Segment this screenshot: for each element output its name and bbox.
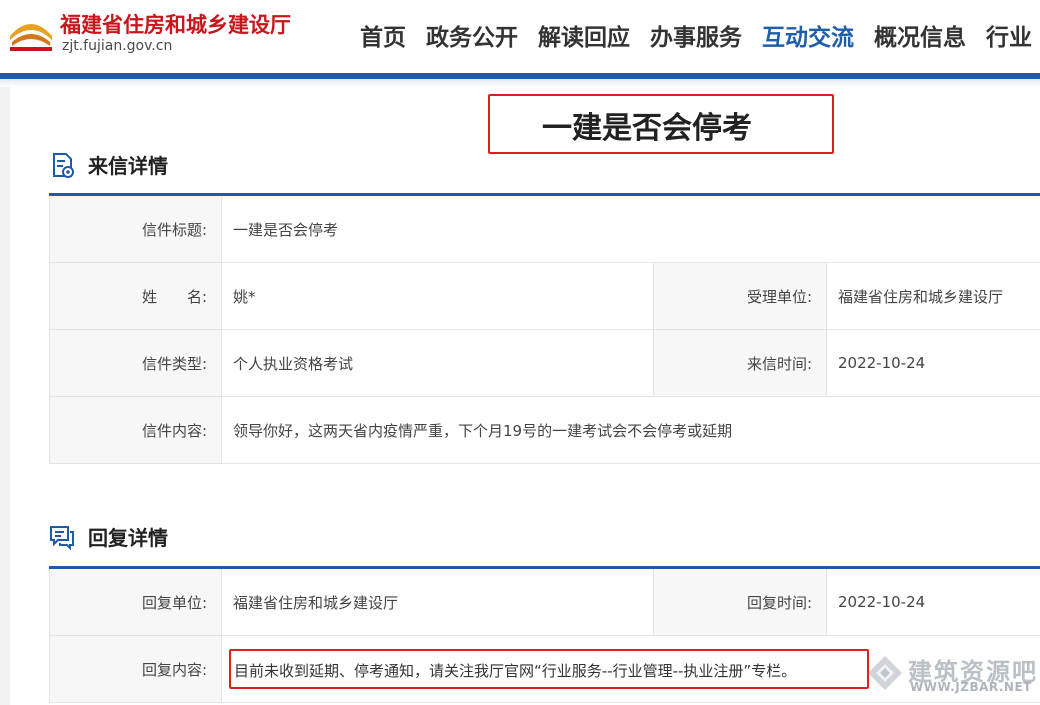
letter-time-label: 来信时间: <box>653 330 827 396</box>
document-icon <box>53 152 74 178</box>
watermark-url: WWW.JZBAR.NET <box>910 680 1032 694</box>
main-nav: 首页 政务公开 解读回应 办事服务 互动交流 概况信息 行业 <box>360 18 1040 52</box>
site-name[interactable]: 福建省住房和城乡建设厅 <box>60 9 291 39</box>
nav-item-gov-affairs[interactable]: 政务公开 <box>426 18 518 52</box>
letter-section-header: 来信详情 <box>48 150 168 179</box>
reply-unit-label: 回复单位: <box>49 569 222 635</box>
nav-item-interaction[interactable]: 互动交流 <box>762 18 854 52</box>
reply-time-label: 回复时间: <box>653 569 827 635</box>
table-row: 信件标题: 一建是否会停考 <box>49 196 1040 263</box>
watermark-logo-icon <box>868 656 902 690</box>
letter-unit-value: 福建省住房和城乡建设厅 <box>838 287 1004 306</box>
letter-detail-table: 信件标题: 一建是否会停考 姓 名: 姚* 受理单位: 福建省住房和城乡建设厅 … <box>49 193 1040 464</box>
site-header: 福建省住房和城乡建设厅 zjt.fujian.gov.cn 首页 政务公开 解读… <box>0 0 1040 74</box>
watermark: 建筑资源吧 WWW.JZBAR.NET <box>860 650 1040 705</box>
table-row: 回复单位: 福建省住房和城乡建设厅 回复时间: 2022-10-24 <box>49 569 1040 636</box>
table-row: 姓 名: 姚* 受理单位: 福建省住房和城乡建设厅 <box>49 263 1040 330</box>
letter-title-value: 一建是否会停考 <box>233 220 339 239</box>
letter-name-value: 姚* <box>233 287 256 306</box>
reply-content-label: 回复内容: <box>49 636 222 702</box>
page-left-edge <box>0 87 10 705</box>
letter-name-label: 姓 名: <box>49 263 222 329</box>
nav-item-overview[interactable]: 概况信息 <box>874 18 966 52</box>
site-logo-icon[interactable] <box>6 6 56 56</box>
nav-item-services[interactable]: 办事服务 <box>650 18 742 52</box>
site-url[interactable]: zjt.fujian.gov.cn <box>62 38 172 54</box>
table-row: 信件类型: 个人执业资格考试 来信时间: 2022-10-24 <box>49 330 1040 397</box>
nav-item-home[interactable]: 首页 <box>360 18 406 52</box>
reply-content-value: 目前未收到延期、停考通知，请关注我厅官网“行业服务--行业管理--执业注册”专栏… <box>234 662 797 680</box>
reply-section-header: 回复详情 <box>48 522 168 551</box>
letter-type-label: 信件类型: <box>49 330 222 396</box>
chat-bubble-icon <box>50 525 74 550</box>
letter-section-title: 来信详情 <box>88 154 168 178</box>
table-row: 信件内容: 领导你好，这两天省内疫情严重，下个月19号的一建考试会不会停考或延期 <box>49 397 1040 464</box>
letter-content-label: 信件内容: <box>49 397 222 463</box>
letter-title-label: 信件标题: <box>49 196 222 262</box>
page-title: 一建是否会停考 <box>542 111 752 146</box>
reply-content-highlight: 目前未收到延期、停考通知，请关注我厅官网“行业服务--行业管理--执业注册”专栏… <box>229 649 869 689</box>
page-title-box: 一建是否会停考 <box>488 94 834 154</box>
letter-time-value: 2022-10-24 <box>838 354 926 372</box>
header-shadow <box>0 79 1040 87</box>
letter-content-value: 领导你好，这两天省内疫情严重，下个月19号的一建考试会不会停考或延期 <box>233 421 733 440</box>
nav-item-industry[interactable]: 行业 <box>986 18 1032 52</box>
reply-section-title: 回复详情 <box>88 526 168 550</box>
letter-unit-label: 受理单位: <box>653 263 827 329</box>
nav-item-interpretation[interactable]: 解读回应 <box>538 18 630 52</box>
reply-unit-value: 福建省住房和城乡建设厅 <box>233 593 399 612</box>
letter-type-value: 个人执业资格考试 <box>233 354 354 373</box>
reply-time-value: 2022-10-24 <box>838 593 926 611</box>
